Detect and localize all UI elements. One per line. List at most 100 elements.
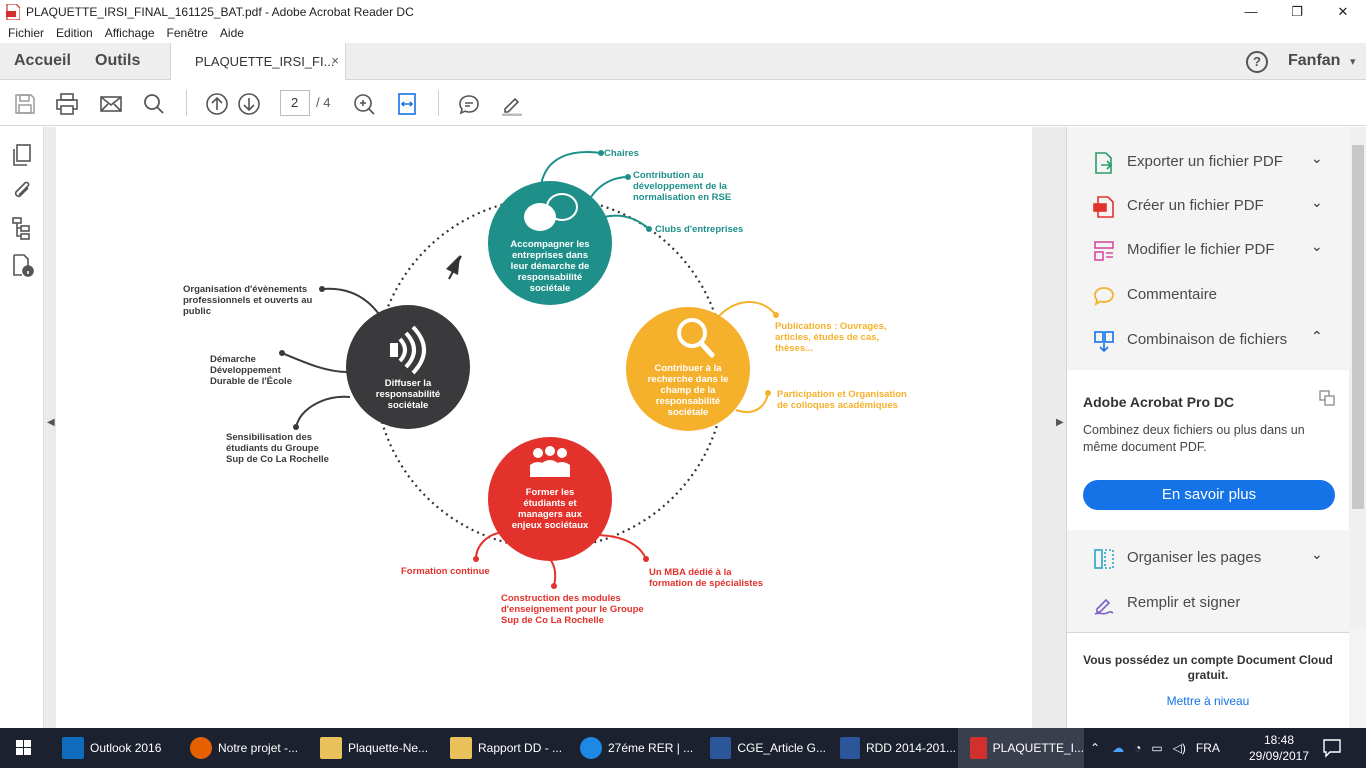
structure-icon[interactable] bbox=[10, 216, 34, 240]
toolbar: 2 / 4 bbox=[0, 80, 1366, 126]
tool-label: Remplir et signer bbox=[1127, 594, 1241, 611]
tool-create-pdf[interactable]: Créer un fichier PDF ⌄ bbox=[1067, 184, 1349, 228]
chevron-up-icon[interactable]: ⌃ bbox=[1090, 741, 1100, 755]
menu-edition[interactable]: Edition bbox=[56, 26, 93, 40]
taskbar-word-cge[interactable]: CGE_Article G... bbox=[698, 728, 826, 768]
menu-fenetre[interactable]: Fenêtre bbox=[167, 26, 208, 40]
red-circle-label: Former les étudiants et managers aux enj… bbox=[511, 487, 589, 531]
volume-icon[interactable]: ◁) bbox=[1173, 741, 1186, 755]
notification-icon[interactable] bbox=[1322, 738, 1344, 758]
window-title: PLAQUETTE_IRSI_FINAL_161125_BAT.pdf - Ad… bbox=[26, 4, 414, 19]
zoom-icon[interactable] bbox=[352, 92, 376, 116]
chevron-down-icon[interactable]: ⌄ bbox=[1311, 194, 1323, 211]
red-item-modules: Construction des modules d'enseignement … bbox=[501, 593, 644, 626]
print-icon[interactable] bbox=[55, 92, 79, 116]
chevron-up-icon[interactable]: ⌃ bbox=[1311, 328, 1323, 345]
taskbar-edge[interactable]: 27éme RER | ... bbox=[568, 728, 696, 768]
windows-start-icon[interactable] bbox=[0, 728, 48, 768]
export-pdf-icon bbox=[1093, 152, 1115, 174]
red-item-formation-continue: Formation continue bbox=[401, 566, 490, 577]
taskbar-app-label: CGE_Article G... bbox=[737, 741, 826, 755]
page-thumbnails-icon[interactable] bbox=[10, 143, 34, 167]
clock[interactable]: 18:48 29/09/2017 bbox=[1248, 732, 1310, 764]
document-cloud-box: Vous possédez un compte Document Cloud g… bbox=[1067, 632, 1349, 728]
onedrive-icon[interactable]: ☁ bbox=[1112, 741, 1124, 755]
chevron-down-icon[interactable]: ⌄ bbox=[1311, 238, 1323, 255]
upgrade-link[interactable]: Mettre à niveau bbox=[1067, 694, 1349, 708]
fit-page-icon[interactable] bbox=[395, 92, 419, 116]
taskbar-app-label: Plaquette-Ne... bbox=[348, 741, 429, 755]
tool-edit-pdf[interactable]: Modifier le fichier PDF ⌄ bbox=[1067, 228, 1349, 272]
red-item-mba: Un MBA dédié à la formation de spécialis… bbox=[649, 567, 764, 589]
firefox-icon bbox=[190, 737, 212, 759]
minimize-button[interactable]: — bbox=[1228, 0, 1274, 23]
search-icon[interactable] bbox=[142, 92, 166, 116]
document-viewer[interactable]: ◀ Accompagner les entreprises dans leur … bbox=[44, 127, 1098, 728]
tab-home[interactable]: Accueil bbox=[14, 52, 71, 70]
menu-fichier[interactable]: Fichier bbox=[8, 26, 44, 40]
next-page-icon[interactable] bbox=[237, 92, 261, 116]
teal-item-clubs: Clubs d'entreprises bbox=[655, 224, 744, 235]
taskbar-word-rdd[interactable]: RDD 2014-201... bbox=[828, 728, 956, 768]
chevron-down-icon[interactable]: ⌄ bbox=[1311, 150, 1323, 167]
taskbar-folder-plaquette[interactable]: Plaquette-Ne... bbox=[308, 728, 436, 768]
email-icon[interactable] bbox=[99, 92, 123, 116]
acrobat-icon bbox=[970, 737, 987, 759]
toolbar-divider bbox=[438, 90, 439, 116]
tool-label: Commentaire bbox=[1127, 286, 1218, 303]
scrollbar-thumb[interactable] bbox=[1352, 145, 1364, 509]
tool-export-pdf[interactable]: Exporter un fichier PDF ⌄ bbox=[1067, 140, 1349, 184]
tool-comment[interactable]: Commentaire bbox=[1067, 273, 1349, 317]
battery-icon[interactable]: ▭ bbox=[1151, 741, 1162, 755]
save-icon[interactable] bbox=[13, 92, 37, 116]
taskbar-acrobat[interactable]: PLAQUETTE_I... bbox=[958, 728, 1084, 768]
learn-more-button[interactable]: En savoir plus bbox=[1083, 480, 1335, 510]
tools-pane: Exporter un fichier PDF ⌄ Créer un fichi… bbox=[1066, 127, 1366, 728]
user-menu[interactable]: Fanfan bbox=[1288, 52, 1340, 70]
word-icon bbox=[840, 737, 860, 759]
tools-pane-scrollbar[interactable] bbox=[1349, 127, 1366, 628]
close-tab-icon[interactable]: × bbox=[331, 53, 339, 68]
comment-icon[interactable] bbox=[457, 92, 481, 116]
copy-icon[interactable] bbox=[1319, 390, 1335, 406]
diagram-graphic bbox=[279, 150, 779, 589]
help-icon[interactable]: ? bbox=[1246, 51, 1268, 73]
promo-description: Combinez deux fichiers ou plus dans un m… bbox=[1083, 423, 1305, 454]
collapse-right-icon[interactable]: ▶ bbox=[1056, 417, 1064, 428]
maximize-button[interactable]: ❐ bbox=[1274, 0, 1320, 23]
menu-affichage[interactable]: Affichage bbox=[105, 26, 155, 40]
tool-fill-sign[interactable]: Remplir et signer bbox=[1067, 581, 1349, 625]
collapse-left-icon[interactable]: ◀ bbox=[47, 417, 55, 428]
taskbar-app-label: Outlook 2016 bbox=[90, 741, 162, 755]
document-info-icon[interactable] bbox=[10, 253, 34, 277]
close-window-button[interactable]: ✕ bbox=[1320, 0, 1366, 23]
taskbar-outlook[interactable]: Outlook 2016 bbox=[50, 728, 176, 768]
tool-label: Organiser les pages bbox=[1127, 549, 1262, 566]
dark-item-demarche: Démarche Développement Durable de l'Écol… bbox=[210, 354, 292, 387]
page-number-input[interactable]: 2 bbox=[280, 90, 310, 116]
acrobat-icon bbox=[6, 2, 21, 21]
taskbar-app-label: PLAQUETTE_I... bbox=[992, 741, 1084, 755]
taskbar-folder-rapport[interactable]: Rapport DD - ... bbox=[438, 728, 566, 768]
taskbar-app-label: RDD 2014-201... bbox=[865, 741, 956, 755]
chevron-down-icon[interactable]: ▾ bbox=[1350, 55, 1356, 68]
highlight-pen-icon[interactable] bbox=[500, 92, 524, 117]
tab-document[interactable]: PLAQUETTE_IRSI_FI... × bbox=[170, 43, 346, 80]
tool-organize-pages[interactable]: Organiser les pages ⌄ bbox=[1067, 536, 1349, 580]
previous-page-icon[interactable] bbox=[205, 92, 229, 116]
word-icon bbox=[710, 737, 732, 759]
system-tray: ⌃ ☁ ◔ ▭ ◁) FRA bbox=[1090, 728, 1220, 768]
tool-combine-files[interactable]: Combinaison de fichiers ⌃ bbox=[1067, 318, 1349, 362]
tab-tools[interactable]: Outils bbox=[95, 52, 140, 70]
chevron-down-icon[interactable]: ⌄ bbox=[1311, 546, 1323, 563]
promo-card: Adobe Acrobat Pro DC Combinez deux fichi… bbox=[1067, 370, 1349, 530]
attachment-icon[interactable] bbox=[10, 179, 34, 203]
fill-sign-icon bbox=[1093, 593, 1115, 615]
cloud-account-text: Vous possédez un compte Document Cloud g… bbox=[1083, 653, 1333, 682]
taskbar-firefox[interactable]: Notre projet -... bbox=[178, 728, 306, 768]
wifi-icon[interactable]: ◔ bbox=[1134, 741, 1141, 755]
taskbar-app-label: Rapport DD - ... bbox=[478, 741, 563, 755]
edge-icon bbox=[580, 737, 602, 759]
menu-aide[interactable]: Aide bbox=[220, 26, 244, 40]
language-indicator[interactable]: FRA bbox=[1196, 741, 1220, 755]
